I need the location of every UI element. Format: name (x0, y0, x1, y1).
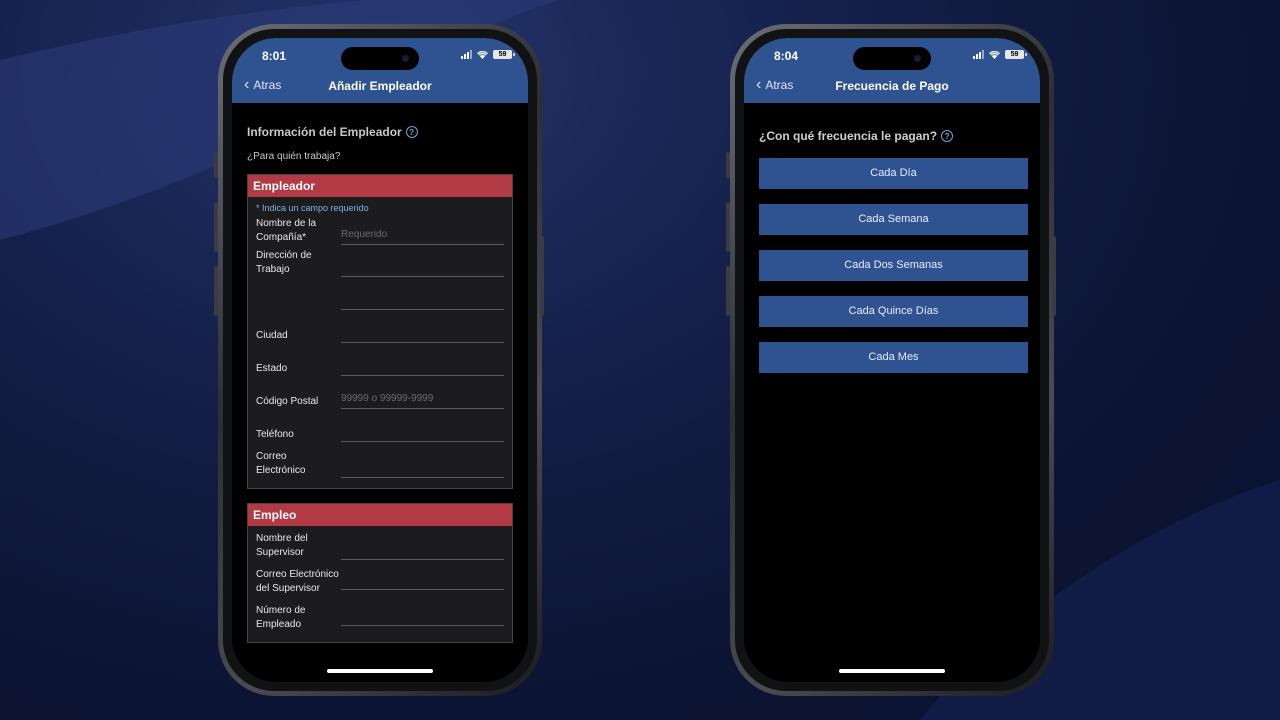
page-title: Frecuencia de Pago (835, 79, 949, 93)
field-phone: Teléfono (256, 426, 504, 442)
screen-pay-frequency: 8:04 59 ‹ Atras Frecuencia de Pago ¿Con … (744, 38, 1040, 682)
field-label: Correo Electrónico del Supervisor (256, 569, 339, 594)
home-indicator[interactable] (327, 669, 433, 673)
employer-card: Empleador * Indica un campo requerido No… (247, 174, 513, 489)
signal-icon (973, 50, 984, 59)
signal-icon (461, 50, 472, 59)
state-input[interactable] (341, 360, 504, 376)
field-supervisor-email: Correo Electrónico del Supervisor (256, 568, 504, 596)
field-employee-number: Número de Empleado (256, 604, 504, 632)
home-indicator[interactable] (839, 669, 945, 673)
status-icons: 59 (973, 50, 1027, 59)
field-email: Correo Electrónico (256, 450, 504, 478)
employer-form: Información del Empleador ? ¿Para quién … (232, 125, 528, 643)
question-circle-icon[interactable]: ? (405, 126, 418, 138)
wifi-icon (477, 50, 488, 59)
question-text: ¿Con qué frecuencia le pagan? (759, 129, 938, 143)
supervisor-email-input[interactable] (341, 574, 504, 590)
field-label: Código Postal (256, 396, 319, 407)
company-name-input[interactable]: Requerido (341, 229, 504, 245)
phone-side-button (214, 202, 218, 252)
subquestion: ¿Para quién trabaja? (247, 151, 341, 162)
phone-side-button (540, 236, 544, 316)
phone-side-button (1052, 236, 1056, 316)
option-monthly-button[interactable]: Cada Mes (759, 342, 1028, 373)
battery-icon: 59 (1005, 50, 1027, 59)
phone-side-button (214, 152, 218, 178)
field-company-name: Nombre de la Compañía* Requerido (256, 217, 504, 245)
field-label: Número de Empleado (256, 605, 306, 630)
phone-side-button (726, 266, 730, 316)
field-label: Nombre del Supervisor (256, 533, 308, 558)
dynamic-island (341, 47, 419, 70)
work-address-line2-input[interactable] (341, 294, 504, 310)
phone-frame-right: 8:04 59 ‹ Atras Frecuencia de Pago ¿Con … (730, 24, 1054, 696)
field-state: Estado (256, 360, 504, 376)
phone-side-button (726, 152, 730, 178)
field-label: Estado (256, 363, 288, 374)
required-note: * Indica un campo requerido (256, 203, 369, 213)
work-address-input[interactable] (341, 261, 504, 277)
supervisor-name-input[interactable] (341, 544, 504, 560)
option-semimonthly-button[interactable]: Cada Quince Días (759, 296, 1028, 327)
field-work-address: Dirección de Trabajo (256, 249, 504, 277)
city-input[interactable] (341, 327, 504, 343)
field-postal-code: Código Postal 99999 o 99999-9999 (256, 393, 504, 409)
employment-card-header: Empleo (248, 504, 512, 526)
employment-card: Empleo Nombre del Supervisor Correo Elec… (247, 503, 513, 643)
field-work-address-2 (256, 294, 504, 310)
phone-side-button (726, 202, 730, 252)
frequency-options: Cada Día Cada Semana Cada Dos Semanas Ca… (759, 158, 1028, 373)
postal-code-input[interactable]: 99999 o 99999-9999 (341, 393, 504, 409)
field-label: Nombre de la Compañía* (256, 218, 317, 243)
field-label: Teléfono (256, 429, 294, 440)
top-bar: 8:01 59 ‹ Atras Añadir Empleador (232, 38, 528, 103)
page-title: Añadir Empleador (328, 79, 432, 93)
email-input[interactable] (341, 462, 504, 478)
top-bar: 8:04 59 ‹ Atras Frecuencia de Pago (744, 38, 1040, 103)
field-label: Ciudad (256, 330, 288, 341)
phone-frame-left: 8:01 59 ‹ Atras Añadir Empleador Informa… (218, 24, 542, 696)
phone-side-button (214, 266, 218, 316)
option-biweekly-button[interactable]: Cada Dos Semanas (759, 250, 1028, 281)
background-swoosh (0, 0, 1280, 720)
battery-icon: 59 (493, 50, 515, 59)
employer-card-header: Empleador (248, 175, 512, 197)
field-supervisor-name: Nombre del Supervisor (256, 532, 504, 560)
status-time: 8:01 (262, 49, 287, 63)
field-city: Ciudad (256, 327, 504, 343)
wifi-icon (989, 50, 1000, 59)
field-label: Correo Electrónico (256, 451, 306, 476)
section-title-text: Información del Empleador (247, 125, 402, 139)
employee-number-input[interactable] (341, 610, 504, 626)
question-circle-icon[interactable]: ? (941, 130, 954, 142)
dynamic-island (853, 47, 931, 70)
pay-frequency-question: ¿Con qué frecuencia le pagan? ? (759, 129, 1040, 143)
option-weekly-button[interactable]: Cada Semana (759, 204, 1028, 235)
section-title: Información del Empleador ? (247, 125, 513, 139)
screen-add-employer: 8:01 59 ‹ Atras Añadir Empleador Informa… (232, 38, 528, 682)
status-time: 8:04 (774, 49, 799, 63)
phone-input[interactable] (341, 426, 504, 442)
option-daily-button[interactable]: Cada Día (759, 158, 1028, 189)
field-label: Dirección de Trabajo (256, 250, 312, 275)
status-icons: 59 (461, 50, 515, 59)
